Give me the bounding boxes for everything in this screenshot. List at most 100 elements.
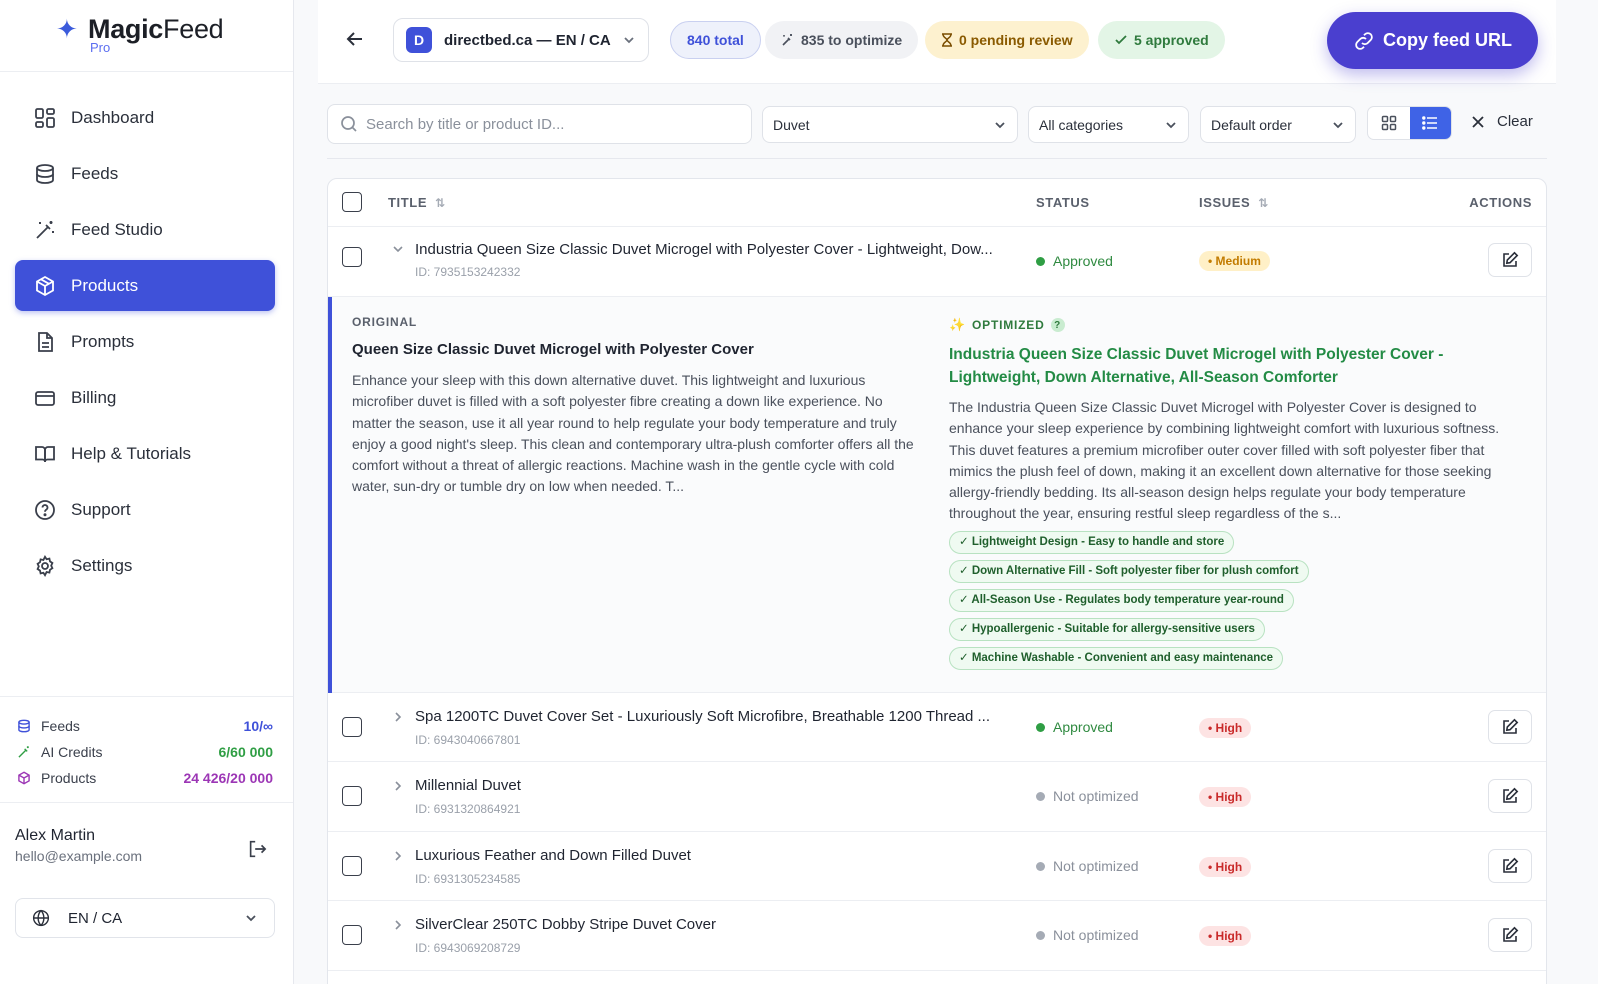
book-icon (33, 442, 57, 466)
magic-wand-icon (33, 218, 57, 242)
product-title[interactable]: Luxurious Feather and Down Filled Duvet (415, 847, 1005, 864)
edit-icon (1501, 251, 1519, 269)
chevron-right-icon[interactable] (391, 918, 405, 932)
status-label: Not optimized (1053, 927, 1139, 943)
sparkle-icon: ✨ (949, 317, 966, 332)
products-table: TITLE ⇅ STATUS ISSUES ⇅ ACTIONS Industri… (327, 178, 1547, 984)
feed-selector[interactable]: D directbed.ca — EN / CA (393, 18, 649, 62)
nav-item-support[interactable]: Support (15, 484, 275, 535)
issue-label: High (1215, 790, 1243, 804)
row-checkbox[interactable] (342, 925, 362, 945)
copy-feed-url-button[interactable]: Copy feed URL (1327, 12, 1538, 69)
category-select[interactable]: All categories (1028, 106, 1189, 143)
approved-pill[interactable]: 5 approved (1098, 21, 1225, 59)
nav-label: Products (71, 275, 139, 295)
credit-card-icon (33, 386, 57, 410)
language-value: EN / CA (68, 909, 123, 927)
status-label: Approved (1053, 719, 1113, 735)
row-checkbox[interactable] (342, 247, 362, 267)
usage-label: Products (41, 770, 97, 786)
chevron-right-icon[interactable] (391, 779, 405, 793)
chevron-down-icon[interactable] (391, 242, 405, 256)
product-id: ID: 6943040667801 (415, 733, 521, 747)
nav-label: Billing (71, 387, 117, 407)
row-checkbox[interactable] (342, 856, 362, 876)
logout-icon[interactable] (247, 839, 267, 864)
chevron-down-icon (993, 118, 1007, 132)
status-dot (1036, 791, 1045, 801)
table-row[interactable]: Industria Queen Size Classic Duvet Micro… (328, 227, 1546, 297)
nav-item-feeds[interactable]: Feeds (15, 148, 275, 199)
grid-view-icon[interactable] (1368, 107, 1410, 139)
brand-logo[interactable]: ✦ MagicFeed Pro (0, 0, 293, 72)
help-icon[interactable]: ? (1050, 318, 1065, 332)
issue-label: Medium (1215, 254, 1261, 268)
feature-chip: ✓ All-Season Use - Regulates body temper… (949, 588, 1294, 612)
pending-review-pill[interactable]: 0 pending review (925, 21, 1089, 59)
product-detail-panel: ORIGINAL Queen Size Classic Duvet Microg… (328, 297, 1546, 693)
optimized-title: Industria Queen Size Classic Duvet Micro… (949, 346, 1444, 386)
nav-item-products[interactable]: Products (15, 260, 275, 311)
optimized-header: ✨ OPTIMIZED ? (949, 317, 1509, 333)
column-issues[interactable]: ISSUES ⇅ (1199, 195, 1269, 210)
nav-label: Prompts (71, 331, 135, 351)
column-title[interactable]: TITLE ⇅ (388, 195, 446, 210)
close-icon (1471, 115, 1485, 129)
edit-button[interactable] (1488, 918, 1532, 952)
edit-icon (1501, 718, 1519, 736)
document-icon (33, 330, 57, 354)
feature-chip: ✓ Down Alternative Fill - Soft polyester… (949, 559, 1309, 583)
issue-badge: • Medium (1199, 251, 1270, 271)
table-row[interactable]: SilverClear 250TC Dobby Stripe Duvet Cov… (328, 901, 1546, 971)
language-select[interactable]: EN / CA (15, 898, 275, 938)
table-row[interactable]: Millennial Duvet ID: 6931320864921 Not o… (328, 762, 1546, 832)
feed-avatar: D (406, 27, 432, 53)
total-count-pill[interactable]: 840 total (670, 21, 761, 59)
clear-filters-button[interactable]: Clear (1471, 113, 1533, 130)
view-toggle (1367, 106, 1452, 140)
approved-count: 5 approved (1134, 32, 1209, 48)
usage-summary: Feeds 10/∞ AI Credits 6/60 000 Products … (0, 696, 293, 791)
status-dot (1036, 930, 1045, 940)
usage-value: 24 426/20 000 (183, 770, 273, 786)
nav-label: Support (71, 499, 131, 519)
row-checkbox[interactable] (342, 717, 362, 737)
status-dot (1036, 256, 1045, 266)
nav-item-help[interactable]: Help & Tutorials (15, 428, 275, 479)
row-checkbox[interactable] (342, 786, 362, 806)
nav-item-settings[interactable]: Settings (15, 540, 275, 591)
chevron-right-icon[interactable] (391, 849, 405, 863)
usage-label: Feeds (41, 718, 80, 734)
edit-button[interactable] (1488, 243, 1532, 277)
nav-item-dashboard[interactable]: Dashboard (15, 92, 275, 143)
product-title[interactable]: Millennial Duvet (415, 777, 1005, 794)
table-row[interactable]: Luxurious Feather and Down Filled Duvet … (328, 832, 1546, 901)
edit-button[interactable] (1488, 779, 1532, 813)
total-count: 840 total (687, 32, 744, 48)
edit-button[interactable] (1488, 710, 1532, 744)
status-badge: Approved (1036, 253, 1113, 269)
to-optimize-pill[interactable]: 835 to optimize (765, 21, 919, 59)
select-all-checkbox[interactable] (342, 192, 362, 212)
nav-item-billing[interactable]: Billing (15, 372, 275, 423)
nav-item-prompts[interactable]: Prompts (15, 316, 275, 367)
query-select[interactable]: Duvet (762, 106, 1018, 143)
product-title[interactable]: Industria Queen Size Classic Duvet Micro… (415, 241, 1005, 258)
table-row[interactable]: Spa 1200TC Duvet Cover Set - Luxuriously… (328, 693, 1546, 762)
product-title[interactable]: Spa 1200TC Duvet Cover Set - Luxuriously… (415, 708, 1005, 725)
chevron-right-icon[interactable] (391, 710, 405, 724)
order-select[interactable]: Default order (1200, 106, 1356, 143)
gear-icon (33, 554, 57, 578)
edit-button[interactable] (1488, 849, 1532, 883)
list-view-icon[interactable] (1409, 107, 1451, 139)
search-input[interactable] (366, 115, 736, 133)
back-arrow-icon[interactable] (344, 28, 366, 55)
feature-list: ✓ Lightweight Design - Easy to handle an… (949, 525, 1509, 670)
nav-item-feed-studio[interactable]: Feed Studio (15, 204, 275, 255)
query-select-value: Duvet (773, 116, 810, 133)
product-title[interactable]: SilverClear 250TC Dobby Stripe Duvet Cov… (415, 916, 1005, 933)
hourglass-icon (941, 33, 953, 47)
original-label: ORIGINAL (352, 315, 418, 329)
link-icon (1353, 30, 1375, 52)
chevron-down-icon (244, 911, 258, 925)
